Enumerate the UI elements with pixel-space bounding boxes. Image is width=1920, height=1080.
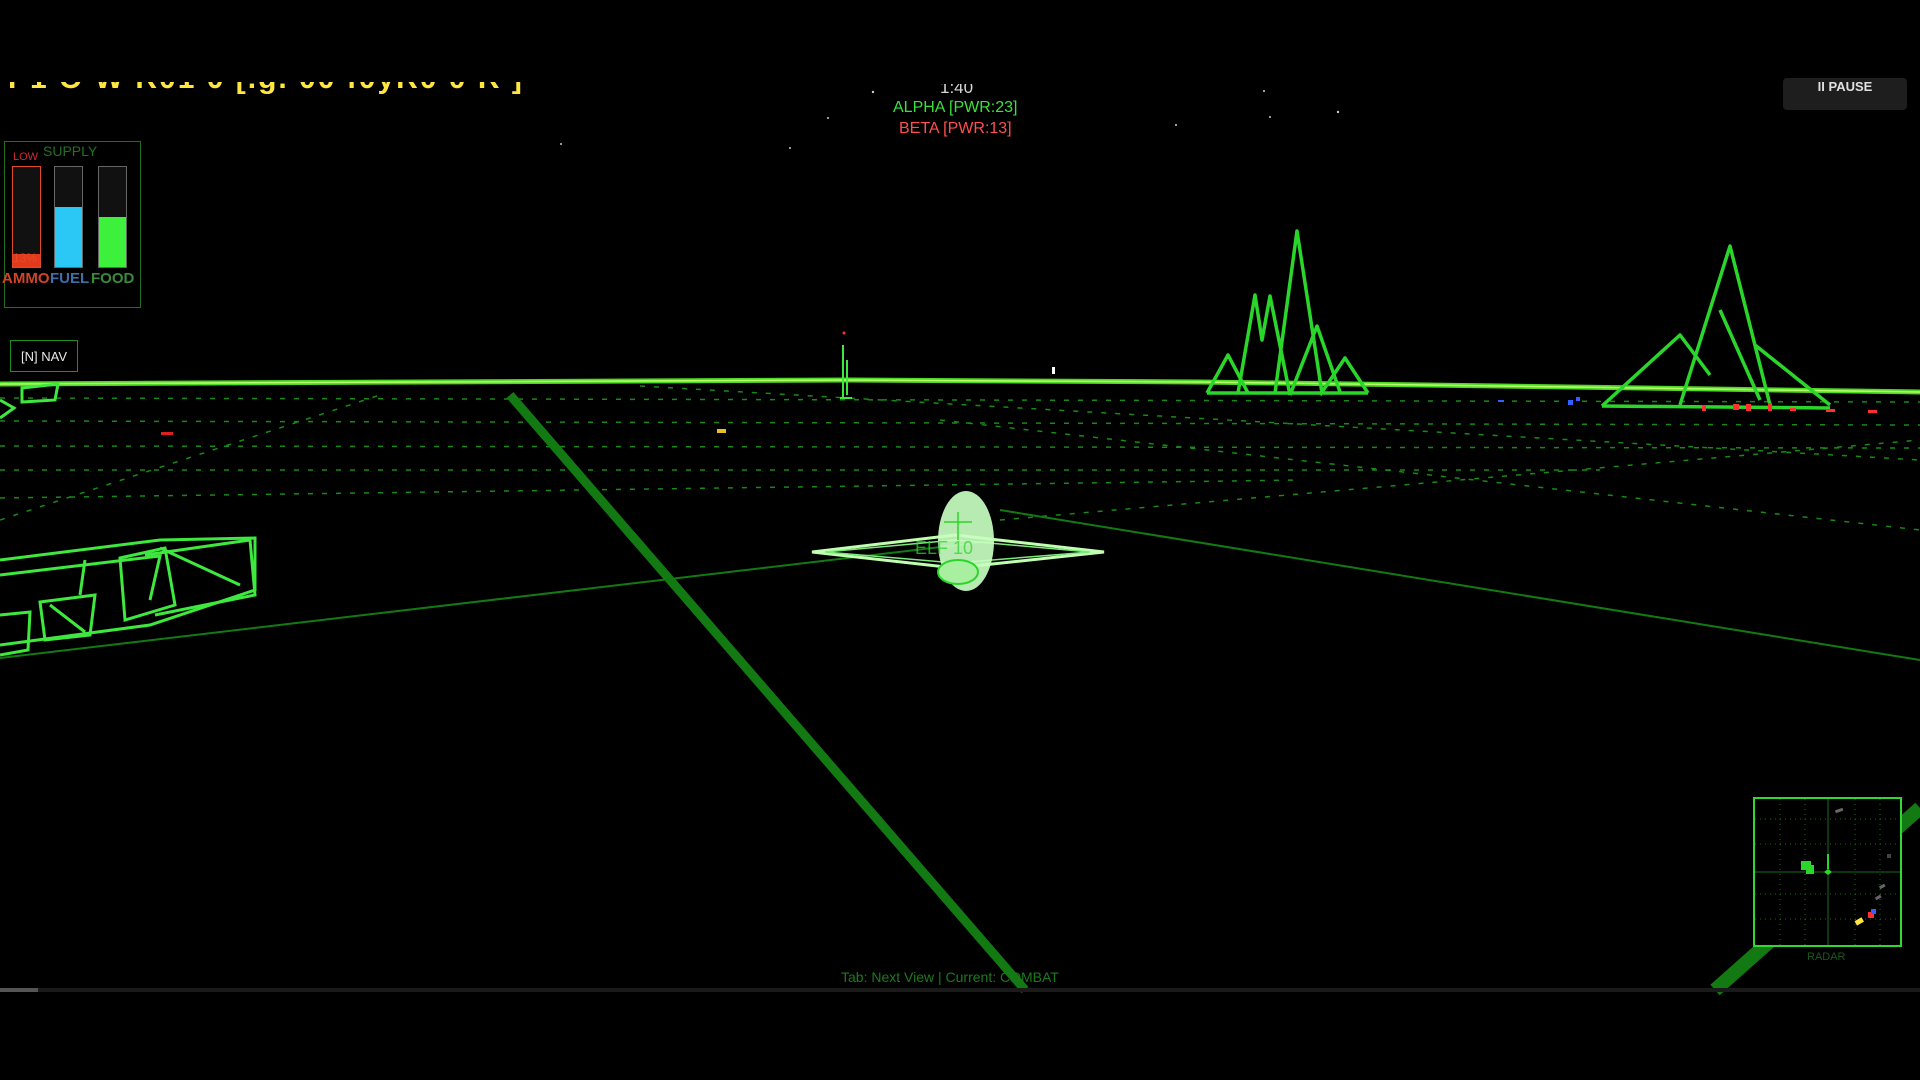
view-hint: Tab: Next View | Current: COMBAT bbox=[841, 969, 1059, 985]
team-alpha-power: ALPHA [PWR:23] bbox=[893, 99, 1018, 116]
player-unit: ELF 10 bbox=[811, 491, 1105, 591]
food-gauge-fill bbox=[99, 217, 126, 267]
player-unit-label: ELF 10 bbox=[915, 538, 973, 558]
ammo-label: AMMO bbox=[2, 270, 50, 287]
ground-grid-solid bbox=[0, 392, 1920, 996]
food-label: FOOD bbox=[91, 270, 135, 287]
radar-display bbox=[1755, 799, 1900, 945]
pause-button-label: II PAUSE bbox=[1817, 79, 1873, 94]
pause-button[interactable]: II PAUSE bbox=[1783, 78, 1907, 110]
tower bbox=[840, 345, 852, 399]
nav-button[interactable]: [N] NAV bbox=[10, 340, 78, 372]
radar-minimap[interactable] bbox=[1753, 797, 1902, 947]
fuel-gauge-fill bbox=[55, 207, 82, 267]
radar-label: RADAR bbox=[1807, 951, 1846, 963]
mountain-center bbox=[1205, 229, 1370, 396]
mountain-right bbox=[1600, 244, 1832, 410]
horizon-line bbox=[0, 377, 1920, 395]
low-warning: LOW bbox=[13, 151, 39, 163]
bottom-progress-fill bbox=[0, 988, 39, 992]
fuel-gauge bbox=[54, 166, 83, 268]
supply-title: SUPPLY bbox=[43, 143, 98, 159]
distant-units bbox=[161, 367, 1877, 435]
game-viewport[interactable]: ELF 10 P1 O W R01 0 [.g. 00 f0yR0 0 R ] … bbox=[0, 0, 1920, 1080]
ammo-percent: 13% bbox=[13, 251, 38, 265]
fuel-label: FUEL bbox=[50, 270, 90, 287]
bottom-progress-bar bbox=[0, 988, 1920, 992]
food-gauge bbox=[98, 166, 127, 268]
supply-panel: SUPPLY LOW 13% AMMO FUEL FOOD bbox=[2, 141, 141, 308]
left-base-structures bbox=[0, 382, 257, 657]
team-beta-power: BETA [PWR:13] bbox=[899, 120, 1012, 137]
3d-scene: ELF 10 bbox=[0, 90, 1920, 996]
tower-beacon bbox=[842, 331, 846, 335]
